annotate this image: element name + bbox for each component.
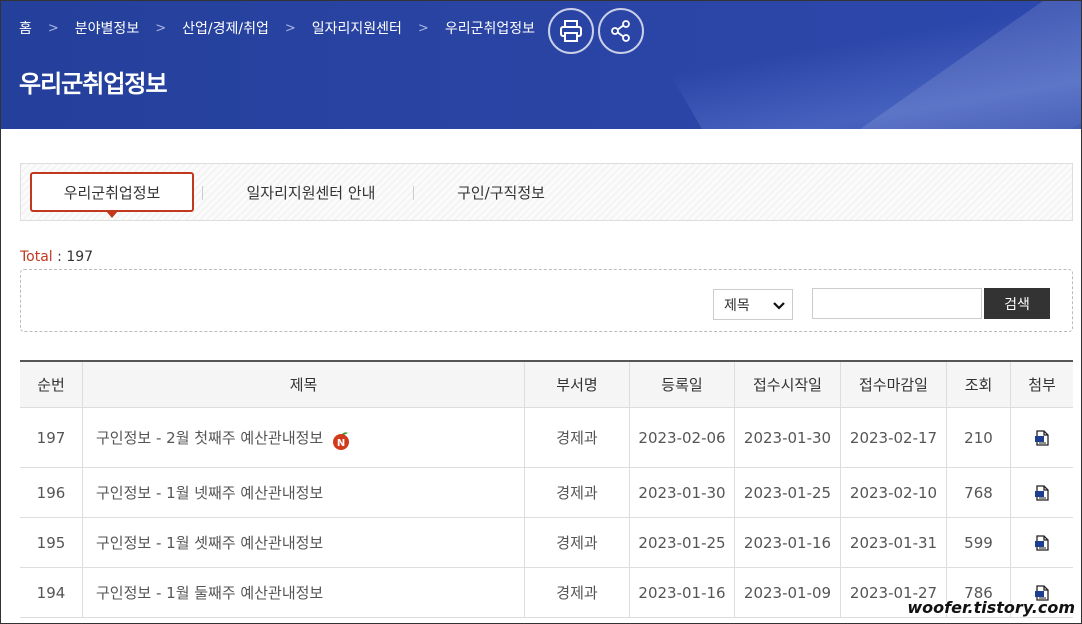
- row-reg-date: 2023-01-25: [630, 518, 735, 567]
- row-number: 197: [20, 408, 83, 467]
- row-title-cell: 구인정보 - 1월 둘째주 예산관내정보: [83, 568, 525, 617]
- row-start-date: 2023-01-25: [735, 468, 841, 517]
- breadcrumb: 홈 > 분야별정보 > 산업/경제/취업 > 일자리지원센터 > 우리군취업정보: [19, 18, 535, 38]
- tab-divider: [202, 186, 203, 200]
- watermark: woofer.tistory.com: [907, 598, 1075, 617]
- column-header: 순번: [20, 362, 83, 407]
- table-row[interactable]: 195 구인정보 - 1월 셋째주 예산관내정보 경제과 2023-01-25 …: [20, 518, 1073, 568]
- row-number: 194: [20, 568, 83, 617]
- row-title-cell: 구인정보 - 1월 넷째주 예산관내정보: [83, 468, 525, 517]
- attachment-file-icon[interactable]: [1033, 484, 1051, 502]
- total-label: Total: [20, 249, 53, 265]
- row-dept: 경제과: [525, 518, 630, 567]
- page-title: 우리군취업정보: [19, 70, 168, 98]
- tab-recruitment[interactable]: 구인/구직정보: [421, 172, 581, 212]
- row-end-date: 2023-02-10: [841, 468, 947, 517]
- row-reg-date: 2023-01-16: [630, 568, 735, 617]
- total-count: Total : 197: [20, 249, 94, 265]
- column-header: 접수시작일: [735, 362, 841, 407]
- column-header: 조회: [947, 362, 1011, 407]
- column-header: 접수마감일: [841, 362, 947, 407]
- row-reg-date: 2023-01-30: [630, 468, 735, 517]
- printer-icon: [560, 20, 582, 42]
- row-start-date: 2023-01-30: [735, 408, 841, 467]
- select-value: 제목: [724, 297, 750, 314]
- row-attachment: [1011, 518, 1073, 567]
- row-title-link[interactable]: 구인정보 - 1월 넷째주 예산관내정보: [96, 482, 323, 503]
- row-attachment: [1011, 408, 1073, 467]
- column-header: 등록일: [630, 362, 735, 407]
- new-badge-icon: N: [331, 431, 351, 451]
- row-end-date: 2023-01-31: [841, 518, 947, 567]
- column-header: 제목: [83, 362, 525, 407]
- row-title-link[interactable]: 구인정보 - 1월 둘째주 예산관내정보: [96, 582, 323, 603]
- chevron-right-icon: >: [417, 20, 429, 36]
- breadcrumb-current[interactable]: 우리군취업정보: [445, 18, 535, 38]
- row-views: 768: [947, 468, 1011, 517]
- column-header: 부서명: [525, 362, 630, 407]
- search-field-select[interactable]: 제목: [713, 289, 793, 320]
- chevron-down-icon: [773, 302, 785, 310]
- row-start-date: 2023-01-09: [735, 568, 841, 617]
- tab-job-center-guide[interactable]: 일자리지원센터 안내: [221, 172, 401, 212]
- row-dept: 경제과: [525, 408, 630, 467]
- row-views: 599: [947, 518, 1011, 567]
- attachment-file-icon[interactable]: [1033, 534, 1051, 552]
- job-table: 순번 제목 부서명 등록일 접수시작일 접수마감일 조회 첨부 197 구인정보…: [20, 360, 1073, 618]
- row-number: 196: [20, 468, 83, 517]
- total-value: 197: [66, 249, 94, 265]
- row-start-date: 2023-01-16: [735, 518, 841, 567]
- column-header: 첨부: [1028, 376, 1056, 394]
- search-panel: 제목 검색: [20, 269, 1073, 332]
- breadcrumb-home[interactable]: 홈: [19, 18, 32, 38]
- row-title-link[interactable]: 구인정보 - 2월 첫째주 예산관내정보: [96, 427, 323, 448]
- print-button[interactable]: [548, 8, 594, 54]
- row-dept: 경제과: [525, 568, 630, 617]
- row-title-cell: 구인정보 - 2월 첫째주 예산관내정보 N: [83, 408, 525, 467]
- search-input[interactable]: [812, 288, 982, 319]
- chevron-right-icon: >: [284, 20, 296, 36]
- search-button[interactable]: 검색: [984, 288, 1050, 319]
- row-title-link[interactable]: 구인정보 - 1월 셋째주 예산관내정보: [96, 532, 323, 553]
- tab-job-info[interactable]: 우리군취업정보: [30, 172, 194, 218]
- row-end-date: 2023-02-17: [841, 408, 947, 467]
- row-views: 210: [947, 408, 1011, 467]
- breadcrumb-item[interactable]: 산업/경제/취업: [182, 18, 269, 38]
- share-button[interactable]: [598, 8, 644, 54]
- new-badge-text: N: [337, 438, 345, 449]
- attachment-file-icon[interactable]: [1033, 429, 1051, 447]
- row-number: 195: [20, 518, 83, 567]
- table-row[interactable]: 197 구인정보 - 2월 첫째주 예산관내정보 N 경제과 2023-02-0…: [20, 408, 1073, 468]
- table-row[interactable]: 196 구인정보 - 1월 넷째주 예산관내정보 경제과 2023-01-30 …: [20, 468, 1073, 518]
- breadcrumb-item[interactable]: 분야별정보: [75, 18, 139, 38]
- row-reg-date: 2023-02-06: [630, 408, 735, 467]
- chevron-right-icon: >: [47, 20, 59, 36]
- chevron-right-icon: >: [155, 20, 167, 36]
- row-title-cell: 구인정보 - 1월 셋째주 예산관내정보: [83, 518, 525, 567]
- breadcrumb-item[interactable]: 일자리지원센터: [312, 18, 402, 38]
- row-attachment: [1011, 468, 1073, 517]
- table-header: 순번 제목 부서명 등록일 접수시작일 접수마감일 조회 첨부: [20, 362, 1073, 408]
- share-icon: [611, 20, 630, 42]
- row-dept: 경제과: [525, 468, 630, 517]
- header-banner: 홈 > 분야별정보 > 산업/경제/취업 > 일자리지원센터 > 우리군취업정보…: [1, 1, 1081, 129]
- tab-divider: [413, 186, 414, 200]
- tab-bar: 우리군취업정보 일자리지원센터 안내 구인/구직정보: [20, 163, 1073, 221]
